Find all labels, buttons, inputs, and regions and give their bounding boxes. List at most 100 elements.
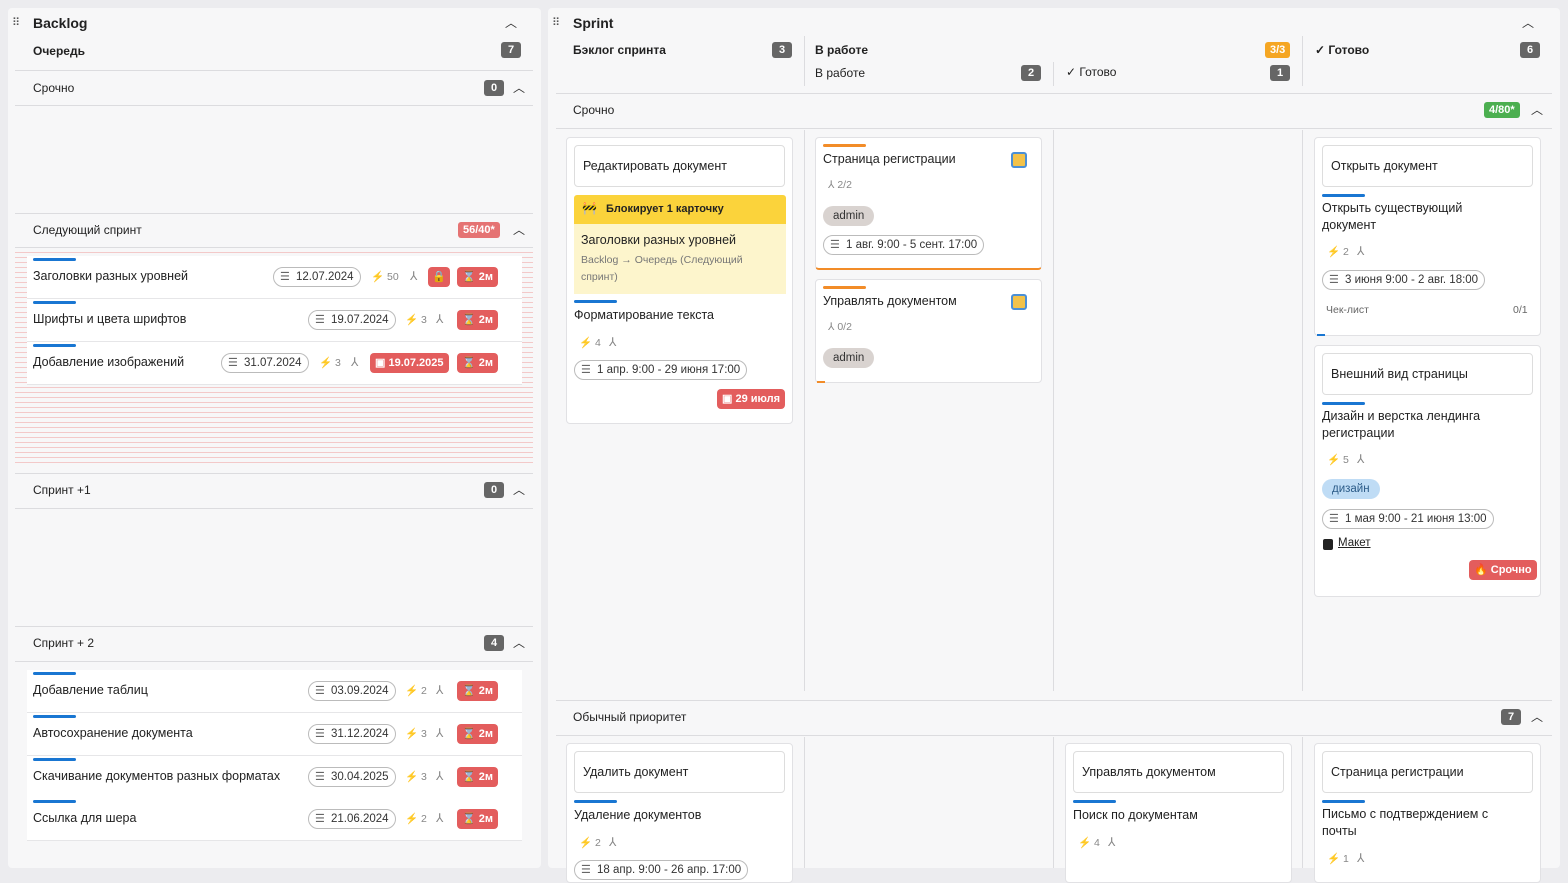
points: ⚡ 1: [1327, 853, 1349, 865]
backlog-card-row[interactable]: Добавление изображений ☰ 31.07.2024 ⚡ 3 ⅄…: [27, 342, 522, 385]
task-card[interactable]: Страница регистрации Письмо с подтвержде…: [1314, 743, 1541, 883]
figma-icon: [1323, 539, 1333, 550]
section-sprint2-count: 4: [484, 635, 504, 651]
points: ⚡ 5: [1327, 454, 1349, 466]
divider: [556, 93, 1552, 94]
divider: [556, 128, 1552, 129]
backlog-card-row[interactable]: Ссылка для шера ☰ 21.06.2024 ⚡ 2 ⅄ ⌛ 2м: [27, 798, 522, 841]
parent-task[interactable]: Страница регистрации: [1322, 751, 1533, 793]
drag-handle-icon[interactable]: ⠿: [12, 17, 22, 29]
date-pill: ☰ 21.06.2024: [308, 809, 396, 829]
priority-bar: [1322, 194, 1365, 197]
period-text: 3 июня 9:00 - 2 авг. 18:00: [1345, 274, 1479, 286]
attachment-link[interactable]: Макет: [1338, 537, 1371, 549]
task-card[interactable]: Открыть документ Открыть существующий до…: [1314, 137, 1541, 336]
points-value: 2: [1343, 246, 1349, 258]
period-pill: ☰ 1 мая 9:00 - 21 июня 13:00: [1322, 509, 1494, 529]
parent-task[interactable]: Редактировать документ: [574, 145, 785, 187]
tag[interactable]: admin: [823, 206, 875, 226]
backlog-card-row[interactable]: Автосохранение документа ☰ 31.12.2024 ⚡ 3…: [27, 713, 522, 756]
time-badge: ⌛ 2м: [457, 724, 499, 744]
lines-icon: ☰: [581, 864, 591, 876]
date-pill: ☰ 03.09.2024: [308, 681, 396, 701]
section-next-sprint-chevron-icon[interactable]: ︿: [513, 224, 525, 236]
blocked-card-path: Backlog → Очередь (Следующий спринт): [581, 254, 743, 283]
date-pill: ☰ 31.12.2024: [308, 724, 396, 744]
lane-normal-count: 7: [1501, 709, 1521, 725]
subtasks: ⅄ 0/2: [828, 321, 852, 333]
section-urgent-chevron-icon[interactable]: ︿: [513, 82, 525, 94]
points-value: 2: [421, 813, 427, 825]
date-text: 03.09.2024: [331, 685, 389, 697]
parent-task[interactable]: Внешний вид страницы: [1322, 353, 1533, 395]
points: ⚡ 2: [405, 685, 427, 697]
barrier-icon: 🚧: [582, 201, 597, 215]
date-pill: ☰ 12.07.2024: [273, 267, 361, 287]
lane-urgent-chevron-icon[interactable]: ︿: [1531, 104, 1543, 116]
blocked-card-box[interactable]: Заголовки разных уровней Backlog → Очере…: [574, 224, 786, 294]
points-value: 3: [421, 728, 427, 740]
task-card[interactable]: Страница регистрации ⅄ 2/2 admin ☰ 1 авг.…: [815, 137, 1042, 270]
parent-task[interactable]: Открыть документ: [1322, 145, 1533, 187]
lane-normal-label: Обычный приоритет: [573, 710, 687, 724]
column-divider: [804, 737, 805, 868]
subtasks-icon: ⅄: [351, 355, 359, 369]
section-sprint2-chevron-icon[interactable]: ︿: [513, 637, 525, 649]
date-text: 21.06.2024: [331, 813, 389, 825]
divider: [804, 36, 805, 86]
tag[interactable]: дизайн: [1322, 479, 1380, 499]
tag[interactable]: admin: [823, 348, 875, 368]
priority-bar: [33, 258, 76, 261]
task-card[interactable]: Удалить документ Удаление документов ⚡ 2…: [566, 743, 793, 883]
parent-task[interactable]: Удалить документ: [574, 751, 785, 793]
lines-icon: ☰: [315, 728, 325, 740]
task-card[interactable]: Управлять документом Поиск по документам…: [1065, 743, 1292, 883]
backlog-title: Backlog: [33, 15, 88, 31]
backlog-card-row[interactable]: Заголовки разных уровней ☰ 12.07.2024 ⚡ 5…: [27, 256, 522, 299]
checklist-label[interactable]: Чек-лист: [1326, 304, 1369, 316]
drag-handle-icon[interactable]: ⠿: [552, 17, 562, 29]
backlog-card-row[interactable]: Шрифты и цвета шрифтов ☰ 19.07.2024 ⚡ 3 ⅄…: [27, 299, 522, 342]
blocker-text: Блокирует 1 карточку: [606, 203, 724, 215]
lane-normal-chevron-icon[interactable]: ︿: [1531, 711, 1543, 723]
deadline-value: 29 июля: [735, 393, 781, 405]
column-in-work-count: 3/3: [1265, 42, 1291, 58]
backlog-card-row[interactable]: Скачивание документов разных форматах ☰ 3…: [27, 756, 522, 799]
task-card[interactable]: Управлять документом ⅄ 0/2 admin: [815, 279, 1042, 383]
points-value: 50: [387, 271, 399, 283]
points-value: 5: [1343, 454, 1349, 466]
points: ⚡ 4: [1078, 837, 1100, 849]
card-title: Открыть существующий документ: [1322, 201, 1463, 232]
time-badge: ⌛ 2м: [457, 310, 499, 330]
date-pill: ☰ 31.07.2024: [221, 353, 309, 373]
column-divider: [1053, 130, 1054, 691]
divider: [15, 661, 533, 662]
card-title: Форматирование текста: [574, 308, 714, 322]
parent-task[interactable]: Управлять документом: [1073, 751, 1284, 793]
assignee-avatar[interactable]: [1011, 294, 1027, 310]
card-title: Удаление документов: [574, 808, 702, 822]
progress-line: [817, 381, 825, 383]
period-pill: ☰ 1 апр. 9:00 - 29 июня 17:00: [574, 360, 748, 380]
task-card[interactable]: Внешний вид страницы Дизайн и верстка ле…: [1314, 345, 1541, 597]
time-badge: ⌛ 2м: [457, 809, 499, 829]
backlog-card-row[interactable]: Добавление таблиц ☰ 03.09.2024 ⚡ 2 ⅄ ⌛ 2м: [27, 670, 522, 713]
collapse-chevron-icon[interactable]: ︿: [505, 17, 517, 29]
lines-icon: ☰: [581, 364, 591, 376]
points: ⚡ 3: [319, 357, 341, 369]
divider: [15, 508, 533, 509]
subtasks-icon: ⅄: [436, 312, 444, 326]
checklist-count: 0/1: [1513, 304, 1528, 316]
time-value: 2м: [478, 813, 494, 825]
assignee-avatar[interactable]: [1011, 152, 1027, 168]
collapse-chevron-icon[interactable]: ︿: [1522, 17, 1534, 29]
period-pill: ☰ 3 июня 9:00 - 2 авг. 18:00: [1322, 270, 1486, 290]
subcolumn-in-work: В работе: [815, 66, 866, 80]
priority-bar: [1322, 402, 1365, 405]
task-card[interactable]: Редактировать документ 🚧 Блокирует 1 кар…: [566, 137, 793, 424]
points-value: 3: [421, 771, 427, 783]
card-title: Шрифты и цвета шрифтов: [33, 312, 187, 326]
section-sprint1-chevron-icon[interactable]: ︿: [513, 484, 525, 496]
card-title: Письмо с подтверждением с почты: [1322, 807, 1489, 838]
period-text: 1 авг. 9:00 - 5 сент. 17:00: [846, 239, 978, 251]
